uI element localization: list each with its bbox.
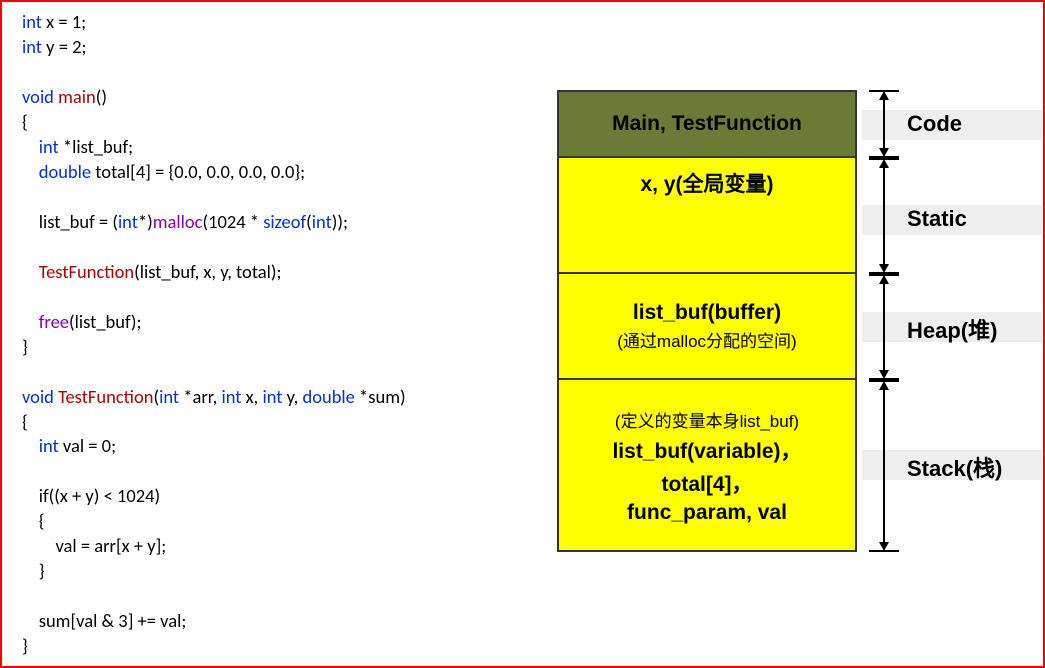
code-text: if((x + y) < 1024) <box>22 484 160 507</box>
code-listing: int x = 1; int y = 2; void main() { int … <box>22 10 406 659</box>
double-arrow-icon <box>867 90 902 158</box>
memory-diagram: Main, TestFunction x, y(全局变量) list_buf(b… <box>557 90 857 552</box>
code-text: val = arr[x + y]; <box>22 534 166 557</box>
label-stack: Stack(栈) <box>907 451 1002 483</box>
segment-heap-title: list_buf(buffer) <box>633 301 781 325</box>
code-text: x, <box>241 385 262 408</box>
diagram-frame: int x = 1; int y = 2; void main() { int … <box>0 0 1045 668</box>
code-text: *list_buf; <box>59 135 133 158</box>
kw-void: void <box>22 85 54 108</box>
code-text: *arr, <box>179 385 221 408</box>
segment-heap: list_buf(buffer) (通过malloc分配的空间) <box>557 274 857 380</box>
code-text: (1024 * <box>202 210 263 233</box>
double-arrow-icon <box>867 274 902 380</box>
double-arrow-icon <box>867 158 902 274</box>
kw-int: int <box>159 385 179 408</box>
code-text: (list_buf, x, y, total); <box>134 260 281 283</box>
kw-int: int <box>118 210 138 233</box>
kw-int: int <box>22 35 42 58</box>
code-text: *sum) <box>355 385 406 408</box>
segment-stack-line2: total[4]， <box>662 468 753 498</box>
label-static: Static <box>907 206 967 232</box>
code-text: sum[val & 3] += val; <box>22 609 186 632</box>
label-code: Code <box>907 111 962 137</box>
segment-stack: (定义的变量本身list_buf) list_buf(variable)， to… <box>557 380 857 552</box>
code-text: } <box>22 559 45 582</box>
kw-int: int <box>22 434 59 457</box>
segment-code-label: Main, TestFunction <box>612 112 802 136</box>
code-text: x = 1; <box>42 10 86 33</box>
code-text: val = 0; <box>59 434 116 457</box>
code-text: { <box>22 410 28 433</box>
code-text: () <box>96 85 107 108</box>
segment-static-label: x, y(全局变量) <box>640 168 773 198</box>
kw-void: void <box>22 385 54 408</box>
fn-testfunction: TestFunction <box>58 385 153 408</box>
kw-int: int <box>221 385 241 408</box>
code-text: } <box>22 634 28 657</box>
label-heap: Heap(堆) <box>907 313 997 345</box>
segment-stack-line3: func_param, val <box>627 501 787 525</box>
code-text: { <box>22 110 28 133</box>
fn-free: free <box>39 310 69 333</box>
code-text <box>22 260 39 283</box>
kw-double: double <box>22 160 91 183</box>
code-text: total[4] = {0.0, 0.0, 0.0, 0.0}; <box>91 160 305 183</box>
kw-int: int <box>262 385 282 408</box>
segment-code: Main, TestFunction <box>557 90 857 158</box>
code-text: *) <box>138 210 153 233</box>
double-arrow-icon <box>867 380 902 552</box>
segment-static: x, y(全局变量) <box>557 158 857 274</box>
code-text: )); <box>332 210 348 233</box>
segment-stack-subtitle: (定义的变量本身list_buf) <box>615 407 799 432</box>
fn-sizeof: sizeof <box>263 210 306 233</box>
code-text: } <box>22 335 28 358</box>
code-text <box>22 310 39 333</box>
fn-testfunction: TestFunction <box>39 260 134 283</box>
segment-stack-line1: list_buf(variable)， <box>612 435 801 465</box>
code-text: { <box>22 509 45 532</box>
kw-int: int <box>22 10 42 33</box>
kw-int: int <box>312 210 332 233</box>
code-text: y, <box>282 385 302 408</box>
fn-main: main <box>58 85 96 108</box>
code-text: list_buf = ( <box>22 210 118 233</box>
segment-heap-subtitle: (通过malloc分配的空间) <box>617 327 796 352</box>
kw-int: int <box>22 135 59 158</box>
kw-double: double <box>303 385 355 408</box>
fn-malloc: malloc <box>153 210 203 233</box>
code-text: y = 2; <box>42 35 86 58</box>
code-text: (list_buf); <box>69 310 141 333</box>
